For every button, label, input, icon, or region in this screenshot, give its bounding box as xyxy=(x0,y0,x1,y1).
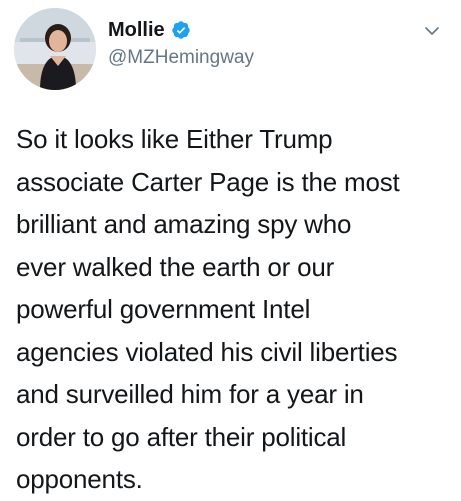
author-handle[interactable]: @MZHemingway xyxy=(108,46,254,70)
tweet-card: Mollie @MZHemingway So it looks like Eit… xyxy=(0,0,461,500)
verified-badge-icon xyxy=(171,20,191,40)
avatar[interactable] xyxy=(14,8,96,90)
author-name-row[interactable]: Mollie xyxy=(108,18,191,42)
profile-photo xyxy=(14,8,96,90)
chevron-down-icon[interactable] xyxy=(423,22,441,40)
tweet-text: So it looks like Either Trump associate … xyxy=(16,124,400,494)
display-name[interactable]: Mollie xyxy=(108,18,165,42)
